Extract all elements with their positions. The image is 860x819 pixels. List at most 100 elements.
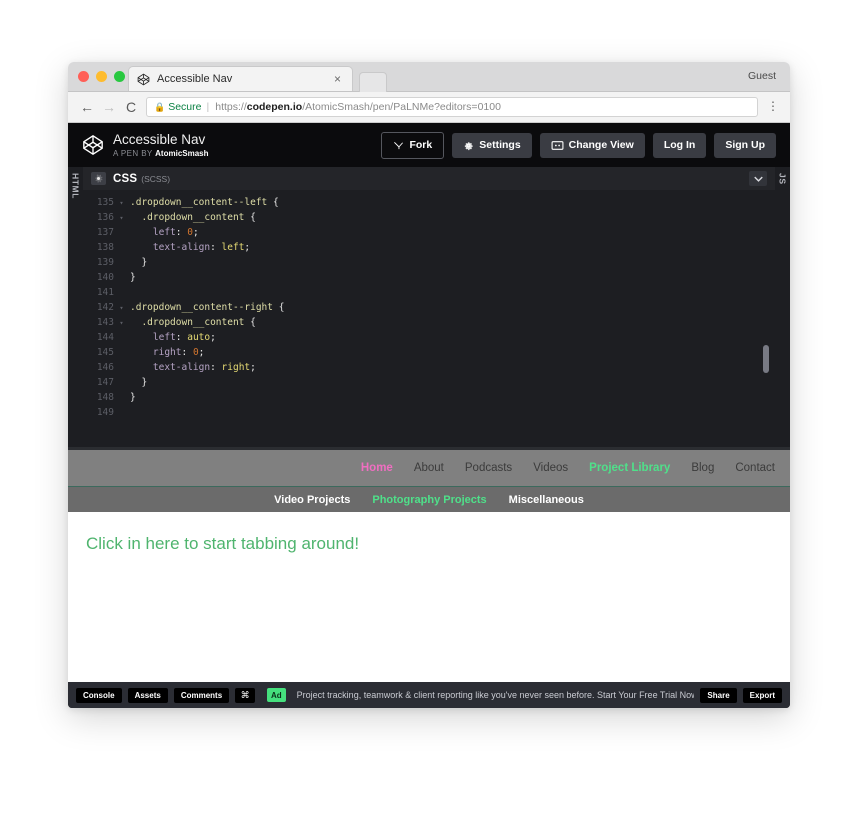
browser-tab[interactable]: Accessible Nav × xyxy=(128,66,353,91)
fold-toggle-icon[interactable]: ▾ xyxy=(117,214,126,222)
code-token: ; xyxy=(192,227,199,238)
code-token: left xyxy=(130,227,176,238)
code-text: .dropdown__content--left { xyxy=(126,197,279,208)
sign-up-button[interactable]: Sign Up xyxy=(714,132,776,158)
code-line: 135 ▾ .dropdown__content--left { xyxy=(83,195,775,210)
maximize-window-button[interactable] xyxy=(114,71,125,82)
code-line: 138 text-align: left; xyxy=(83,240,775,255)
guest-profile-label[interactable]: Guest xyxy=(748,70,776,82)
code-line: 139 } xyxy=(83,255,775,270)
editor-scrollbar-thumb[interactable] xyxy=(763,345,769,373)
export-button[interactable]: Export xyxy=(742,687,782,703)
fork-button-label: Fork xyxy=(409,139,433,151)
code-token: text-align xyxy=(130,362,211,373)
nav-link-videos[interactable]: Videos xyxy=(533,462,568,474)
preview-body: Click in here to start tabbing around! xyxy=(68,512,790,682)
line-number: 139 xyxy=(96,257,114,268)
code-text: } xyxy=(126,392,136,403)
settings-button-label: Settings xyxy=(479,139,521,151)
assets-button[interactable]: Assets xyxy=(127,687,168,703)
css-code-editor[interactable]: 135 ▾ .dropdown__content--left {136 ▾ .drop… xyxy=(83,190,775,447)
close-window-button[interactable] xyxy=(78,71,89,82)
code-text: left: auto; xyxy=(126,332,216,343)
code-token: .dropdown__content xyxy=(130,212,251,223)
change-view-button-label: Change View xyxy=(568,139,634,151)
line-number: 135 xyxy=(96,197,114,208)
minimize-window-button[interactable] xyxy=(96,71,107,82)
code-token: right xyxy=(130,347,182,358)
fold-toggle-icon[interactable]: ▾ xyxy=(117,304,126,312)
new-tab-button[interactable] xyxy=(359,72,387,92)
code-token: left xyxy=(130,332,176,343)
comments-button[interactable]: Comments xyxy=(173,687,230,703)
console-button[interactable]: Console xyxy=(76,687,122,703)
code-token: } xyxy=(130,272,136,283)
chevron-down-icon[interactable] xyxy=(749,171,767,186)
sign-up-button-label: Sign Up xyxy=(725,139,765,151)
gear-icon xyxy=(463,140,474,151)
pen-bottom-bar: Console Assets Comments ⌘ Ad Project tra… xyxy=(68,682,790,708)
url-separator: | xyxy=(206,101,210,113)
line-number: 141 xyxy=(96,287,114,298)
code-token: .dropdown__content--right xyxy=(130,302,279,313)
line-number: 145 xyxy=(96,347,114,358)
line-number: 136 xyxy=(96,212,114,223)
code-text: } xyxy=(126,257,147,268)
share-button[interactable]: Share xyxy=(700,687,737,703)
forward-icon[interactable]: → xyxy=(98,96,120,118)
code-line: 141 xyxy=(83,285,775,300)
pen-byline: A PEN BY AtomicSmash xyxy=(113,149,381,158)
fork-icon xyxy=(393,140,404,151)
line-number: 143 xyxy=(96,317,114,328)
subnav-link-miscellaneous[interactable]: Miscellaneous xyxy=(509,494,584,506)
nav-link-about[interactable]: About xyxy=(414,462,444,474)
fold-toggle-icon[interactable]: ▾ xyxy=(117,199,126,207)
browser-window: Accessible Nav × Guest ← → C 🔒 Secure | … xyxy=(68,62,790,708)
nav-link-home[interactable]: Home xyxy=(361,462,393,474)
pen-author-link[interactable]: AtomicSmash xyxy=(155,149,208,158)
log-in-button[interactable]: Log In xyxy=(652,132,707,158)
url-input[interactable]: 🔒 Secure | https:// codepen.io /AtomicSm… xyxy=(146,97,758,117)
code-token: .dropdown__content--left xyxy=(130,197,273,208)
line-number: 147 xyxy=(96,377,114,388)
pen-preview: Home About Podcasts Videos Project Library Bl… xyxy=(68,447,790,682)
gear-icon[interactable] xyxy=(91,172,106,185)
js-editor-tab[interactable]: JS xyxy=(775,167,790,447)
css-editor-pane: CSS (SCSS) 135 ▾ .dropdown__content--left … xyxy=(83,167,775,447)
settings-button[interactable]: Settings xyxy=(452,132,532,158)
html-editor-tab-label: HTML xyxy=(70,173,81,200)
close-tab-icon[interactable]: × xyxy=(331,73,344,85)
nav-link-project-library[interactable]: Project Library xyxy=(589,462,670,474)
code-token: } xyxy=(130,257,148,268)
fold-toggle-icon[interactable]: ▾ xyxy=(117,319,126,327)
line-number: 140 xyxy=(96,272,114,283)
code-text: text-align: right; xyxy=(126,362,256,373)
nav-link-contact[interactable]: Contact xyxy=(735,462,775,474)
html-editor-tab[interactable]: HTML xyxy=(68,167,83,447)
nav-link-podcasts[interactable]: Podcasts xyxy=(465,462,512,474)
code-token: left xyxy=(221,242,245,253)
code-token: } xyxy=(130,377,148,388)
keyboard-shortcut-icon[interactable]: ⌘ xyxy=(235,687,255,703)
reload-icon[interactable]: C xyxy=(120,96,142,118)
browser-tab-title: Accessible Nav xyxy=(157,73,233,85)
code-token: { xyxy=(278,302,285,313)
line-number: 146 xyxy=(96,362,114,373)
css-editor-language: CSS xyxy=(113,172,138,185)
lock-icon: 🔒 xyxy=(154,101,166,112)
fork-button[interactable]: Fork xyxy=(381,131,445,159)
code-line: 144 left: auto; xyxy=(83,330,775,345)
code-token: auto xyxy=(187,332,211,343)
ad-text[interactable]: Project tracking, teamwork & client repo… xyxy=(297,690,695,700)
browser-menu-icon[interactable]: ⋮ xyxy=(764,100,782,112)
back-icon[interactable]: ← xyxy=(76,96,98,118)
code-token: text-align xyxy=(130,242,211,253)
code-token: { xyxy=(250,317,256,328)
browser-address-bar: ← → C 🔒 Secure | https:// codepen.io /At… xyxy=(68,92,790,123)
change-view-button[interactable]: Change View xyxy=(539,132,645,158)
code-text: } xyxy=(126,272,136,283)
window-traffic-lights xyxy=(78,71,125,82)
subnav-link-photography-projects[interactable]: Photography Projects xyxy=(372,494,486,506)
subnav-link-video-projects[interactable]: Video Projects xyxy=(274,494,350,506)
nav-link-blog[interactable]: Blog xyxy=(691,462,714,474)
